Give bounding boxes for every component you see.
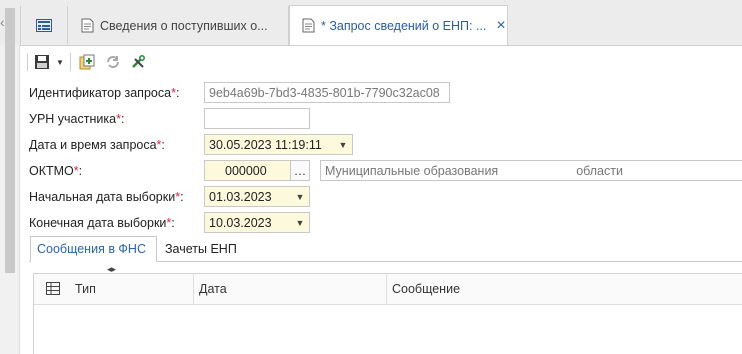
document-icon xyxy=(81,18,94,33)
dropdown-arrow-icon[interactable]: ▼ xyxy=(56,58,64,67)
column-header-date[interactable]: Дата xyxy=(193,274,387,304)
oktmo-field[interactable]: 000000 xyxy=(204,160,291,181)
grid-settings-icon xyxy=(46,282,60,295)
column-header-message[interactable]: Сообщение xyxy=(386,274,742,304)
add-document-icon[interactable] xyxy=(79,54,96,70)
oktmo-label: ОКТМО*: xyxy=(29,164,83,178)
tab-received-info[interactable]: Сведения о поступивших о... xyxy=(69,6,289,45)
urn-field[interactable] xyxy=(204,108,310,129)
tab-label: Сведения о поступивших о... xyxy=(100,18,268,33)
column-header-type[interactable]: Тип xyxy=(70,274,194,304)
end-date-label: Конечная дата выборки*: xyxy=(29,216,175,230)
tab-list[interactable] xyxy=(20,6,68,45)
tab-label: * Запрос сведений о ЕНП: ... xyxy=(321,18,487,33)
column-chooser-icon[interactable] xyxy=(46,282,60,298)
request-id-field[interactable]: 9eb4a69b-7bd3-4835-801b-7790c32ac08 xyxy=(204,82,450,103)
start-date-field[interactable]: 01.03.2023 ▼ xyxy=(204,186,310,207)
list-icon xyxy=(36,19,52,32)
left-scrollbar-thumb[interactable] xyxy=(5,8,15,273)
save-icon[interactable] xyxy=(34,54,50,70)
toolbar: ▼ xyxy=(27,50,146,74)
tab-fns-messages[interactable]: Сообщения в ФНС xyxy=(30,236,157,262)
oktmo-select-button[interactable]: … xyxy=(290,160,310,181)
end-date-field[interactable]: 10.03.2023 ▼ xyxy=(204,212,310,233)
close-icon[interactable]: × xyxy=(496,17,505,35)
chevron-down-icon[interactable]: ▼ xyxy=(334,135,352,154)
refresh-icon[interactable] xyxy=(105,54,121,70)
document-icon xyxy=(302,18,315,33)
tab-enp-offsets[interactable]: Зачеты ЕНП xyxy=(159,236,243,262)
urn-label: УРН участника*: xyxy=(29,112,125,126)
chevron-down-icon[interactable]: ▼ xyxy=(291,187,309,206)
start-date-label: Начальная дата выборки*: xyxy=(29,190,184,204)
oktmo-name-field: Муниципальные образования области xyxy=(320,160,742,181)
chevron-down-icon[interactable]: ▼ xyxy=(291,213,309,232)
datetime-field[interactable]: 30.05.2023 11:19:11 ▼ xyxy=(204,134,353,155)
datetime-label: Дата и время запроса*: xyxy=(29,138,165,152)
request-id-label: Идентификатор запроса*: xyxy=(29,86,180,100)
tab-enp-request[interactable]: * Запрос сведений о ЕНП: ... × xyxy=(289,5,508,45)
toolbar-divider xyxy=(27,53,28,71)
toolbar-divider xyxy=(69,53,71,71)
settings-tools-icon[interactable] xyxy=(130,54,146,70)
